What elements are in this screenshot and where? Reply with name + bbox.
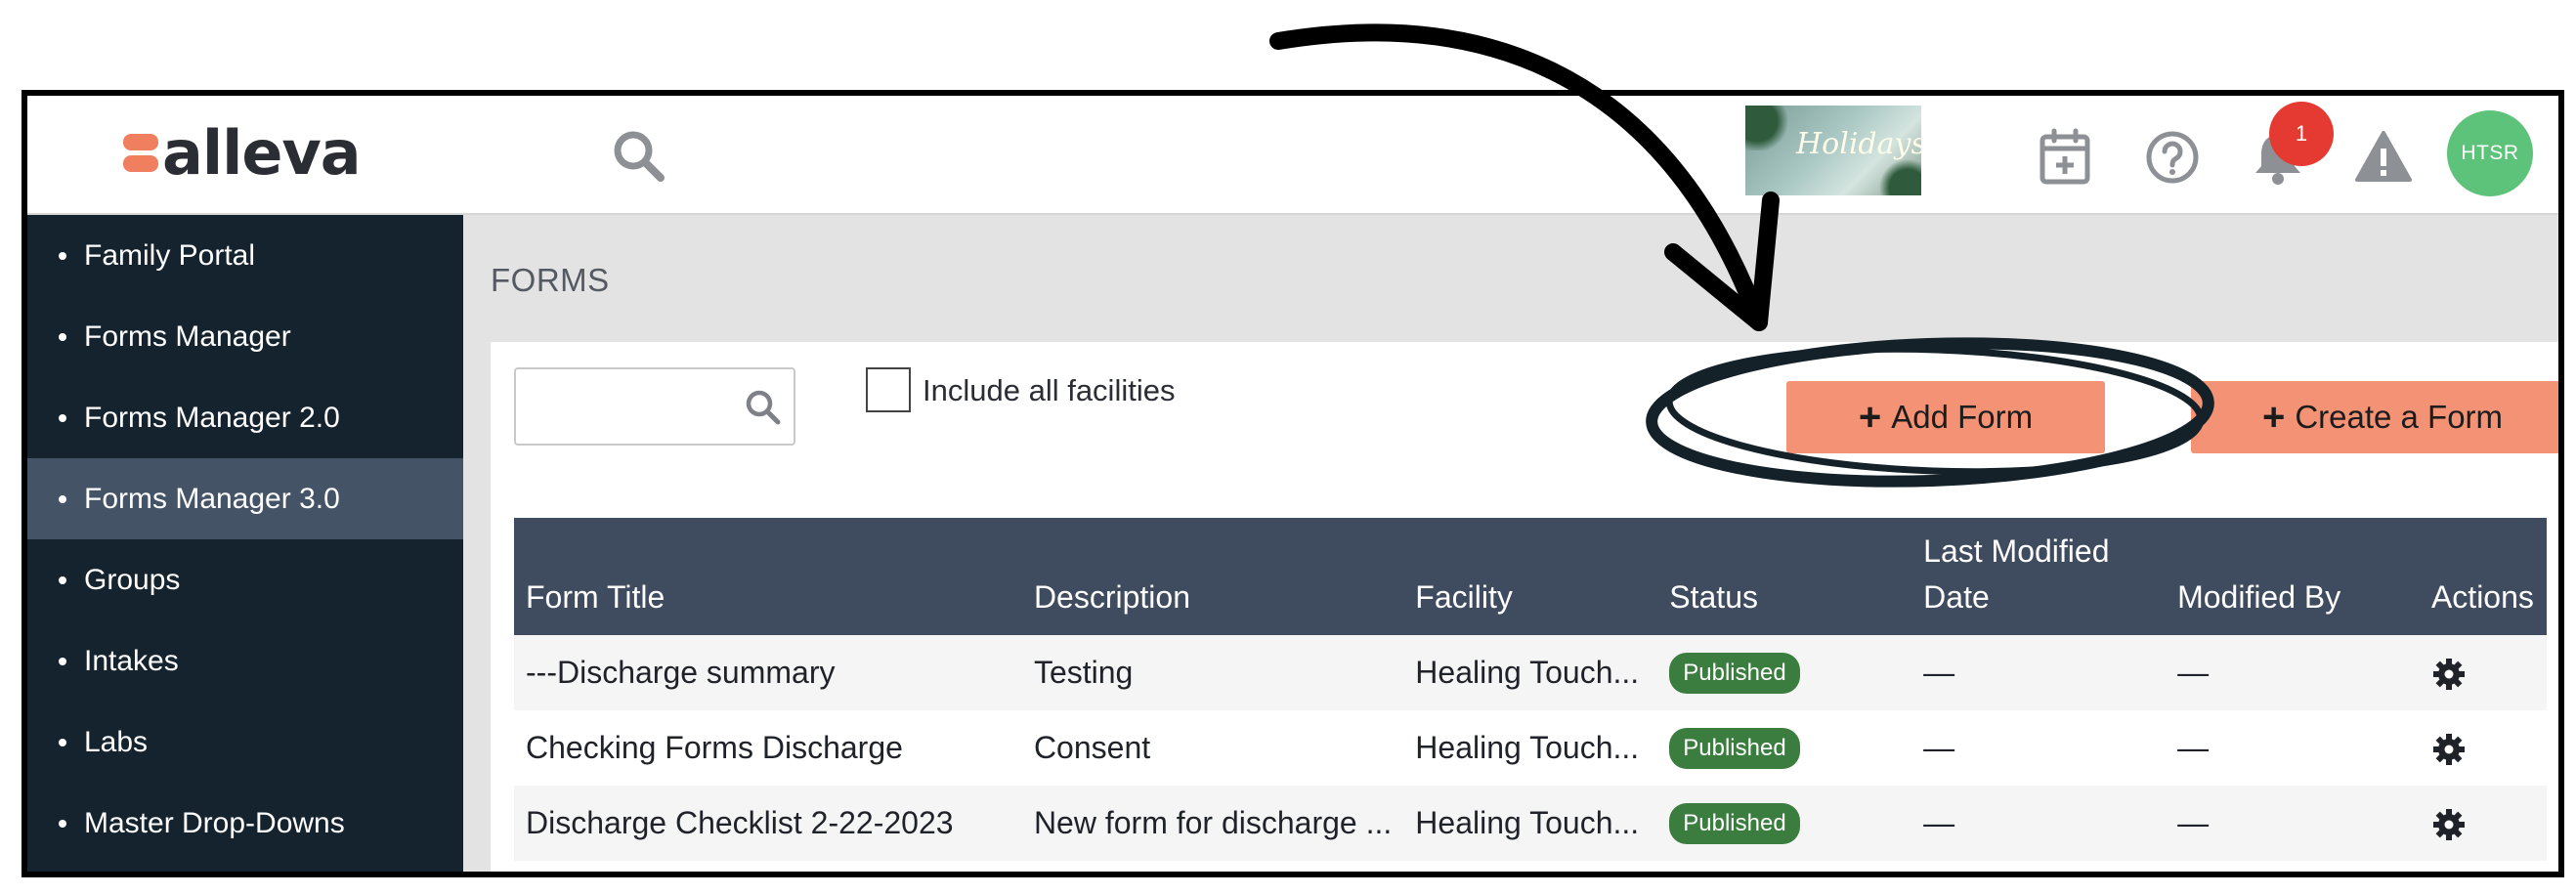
- sidebar: Family Portal Forms Manager Forms Manage…: [27, 215, 463, 872]
- status-badge: Published: [1669, 728, 1800, 769]
- cell-actions: [2419, 710, 2547, 786]
- cell-last-modified: —: [1911, 786, 2167, 861]
- cell-description: Testing: [1021, 635, 1404, 710]
- app-window: alleva Holidays 1 HTSR Family Portal For…: [21, 90, 2564, 877]
- column-header-last-modified-date[interactable]: Last Modified Date: [1911, 518, 2167, 635]
- column-header-status[interactable]: Status: [1657, 518, 1912, 635]
- logo-mark-icon: [123, 134, 158, 173]
- status-badge: Published: [1669, 803, 1800, 844]
- forms-table: Form Title Description Facility Status L…: [514, 518, 2547, 861]
- cell-facility: Healing Touch...: [1403, 635, 1658, 710]
- notification-badge[interactable]: 1: [2269, 102, 2334, 166]
- table-header-row: Form Title Description Facility Status L…: [514, 518, 2547, 635]
- help-icon[interactable]: [2142, 127, 2203, 188]
- top-bar: alleva Holidays 1 HTSR: [27, 96, 2558, 215]
- cell-form-title[interactable]: ---Discharge summary: [514, 635, 1022, 710]
- page-title: FORMS: [491, 262, 610, 298]
- cell-last-modified: —: [1911, 635, 2167, 710]
- sidebar-item-labs[interactable]: Labs: [27, 702, 463, 783]
- calendar-add-icon[interactable]: [2035, 127, 2095, 188]
- search-icon[interactable]: [610, 127, 668, 186]
- include-all-facilities-label: Include all facilities: [923, 373, 1176, 407]
- create-form-label: Create a Form: [2295, 399, 2504, 435]
- holiday-banner-image: Holidays: [1745, 106, 1921, 195]
- sidebar-item-forms-manager-2[interactable]: Forms Manager 2.0: [27, 377, 463, 458]
- cell-modified-by: —: [2166, 710, 2420, 786]
- cell-status: Published: [1657, 710, 1912, 786]
- column-header-modified-by[interactable]: Modified By: [2166, 518, 2420, 635]
- cell-form-title[interactable]: Discharge Checklist 2-22-2023: [514, 786, 1022, 861]
- create-form-button[interactable]: + Create a Form: [2191, 381, 2558, 453]
- add-form-label: Add Form: [1891, 399, 2034, 435]
- cell-modified-by: —: [2166, 635, 2420, 710]
- cell-facility: Healing Touch...: [1403, 710, 1658, 786]
- cell-status: Published: [1657, 786, 1912, 861]
- status-badge: Published: [1669, 653, 1800, 694]
- sidebar-item-forms-manager-3[interactable]: Forms Manager 3.0: [27, 458, 463, 539]
- user-avatar[interactable]: HTSR: [2447, 110, 2533, 196]
- column-header-facility[interactable]: Facility: [1403, 518, 1658, 635]
- add-form-button[interactable]: + Add Form: [1786, 381, 2105, 453]
- main-content: FORMS Include all facilities + Add Form: [463, 215, 2558, 872]
- sidebar-menu: Family Portal Forms Manager Forms Manage…: [27, 215, 463, 864]
- gear-icon[interactable]: [2431, 732, 2467, 767]
- cell-facility: Healing Touch...: [1403, 786, 1658, 861]
- table-row[interactable]: Discharge Checklist 2-22-2023 New form f…: [514, 786, 2547, 861]
- column-header-description[interactable]: Description: [1021, 518, 1404, 635]
- forms-search-input[interactable]: [524, 377, 739, 436]
- screenshot-stage: alleva Holidays 1 HTSR Family Portal For…: [0, 0, 2576, 895]
- include-all-facilities-checkbox[interactable]: [866, 367, 911, 412]
- cell-status: Published: [1657, 635, 1912, 710]
- forms-search-field[interactable]: [514, 367, 795, 446]
- cell-last-modified: —: [1911, 710, 2167, 786]
- logo[interactable]: alleva: [123, 117, 362, 189]
- cell-form-title[interactable]: Checking Forms Discharge: [514, 710, 1022, 786]
- search-icon[interactable]: [743, 387, 784, 428]
- plus-icon: +: [1858, 396, 1882, 439]
- pine-branch-decoration: [1872, 158, 1921, 195]
- sidebar-item-forms-manager[interactable]: Forms Manager: [27, 296, 463, 377]
- table-row[interactable]: Checking Forms Discharge Consent Healing…: [514, 710, 2547, 786]
- column-header-form-title[interactable]: Form Title: [514, 518, 1022, 635]
- sidebar-item-intakes[interactable]: Intakes: [27, 620, 463, 702]
- sidebar-item-groups[interactable]: Groups: [27, 539, 463, 620]
- plus-icon: +: [2261, 396, 2286, 439]
- table-row[interactable]: ---Discharge summary Testing Healing Tou…: [514, 635, 2547, 710]
- forms-panel: Include all facilities + Add Form + Crea…: [491, 342, 2558, 872]
- cell-description: Consent: [1021, 710, 1404, 786]
- gear-icon[interactable]: [2431, 657, 2467, 692]
- gear-icon[interactable]: [2431, 807, 2467, 842]
- cell-actions: [2419, 786, 2547, 861]
- warning-icon[interactable]: [2353, 127, 2414, 188]
- cell-modified-by: —: [2166, 786, 2420, 861]
- cell-description: New form for discharge ...: [1021, 786, 1404, 861]
- sidebar-item-master-drop-downs[interactable]: Master Drop-Downs: [27, 783, 463, 864]
- pine-branch-decoration: [1745, 106, 1798, 150]
- column-header-actions: Actions: [2419, 518, 2547, 635]
- cell-actions: [2419, 635, 2547, 710]
- logo-text: alleva: [162, 117, 362, 189]
- holiday-banner-text: Holidays: [1796, 127, 1921, 161]
- sidebar-item-family-portal[interactable]: Family Portal: [27, 215, 463, 296]
